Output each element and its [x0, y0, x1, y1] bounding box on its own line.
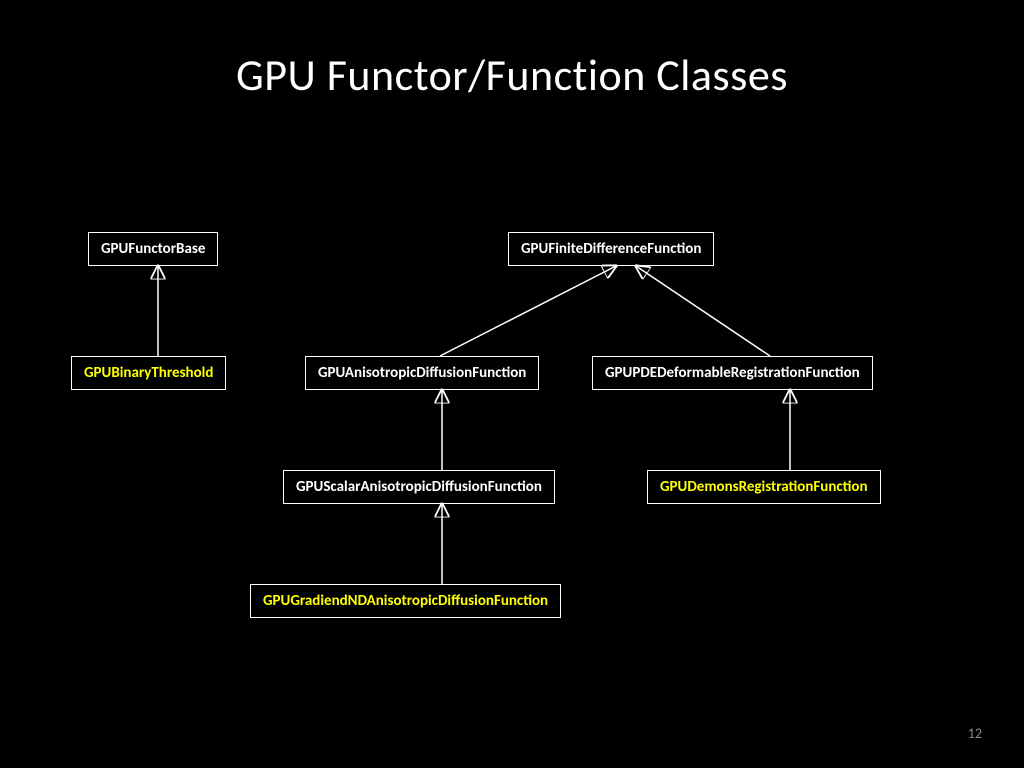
node-label: GPUPDEDeformableRegistrationFunction — [605, 364, 860, 382]
node-label: GPUScalarAnisotropicDiffusionFunction — [296, 478, 542, 496]
node-label: GPUFiniteDifferenceFunction — [521, 240, 701, 258]
node-pde-deform: GPUPDEDeformableRegistrationFunction — [592, 356, 873, 390]
slide-title: GPU Functor/Function Classes — [0, 0, 1024, 102]
node-label: GPUAnisotropicDiffusionFunction — [318, 364, 526, 382]
node-gradient-nd: GPUGradiendNDAnisotropicDiffusionFunctio… — [250, 584, 561, 618]
node-label: GPUGradiendNDAnisotropicDiffusionFunctio… — [263, 592, 548, 610]
node-finite-diff: GPUFiniteDifferenceFunction — [508, 232, 714, 266]
node-label: GPUFunctorBase — [101, 240, 205, 258]
node-binary-threshold: GPUBinaryThreshold — [71, 356, 226, 390]
node-scalar-aniso: GPUScalarAnisotropicDiffusionFunction — [283, 470, 555, 504]
node-label: GPUDemonsRegistrationFunction — [660, 478, 868, 496]
node-label: GPUBinaryThreshold — [84, 364, 213, 382]
node-functor-base: GPUFunctorBase — [88, 232, 218, 266]
node-aniso-diff: GPUAnisotropicDiffusionFunction — [305, 356, 539, 390]
page-number: 12 — [968, 725, 982, 742]
node-demons-reg: GPUDemonsRegistrationFunction — [647, 470, 881, 504]
